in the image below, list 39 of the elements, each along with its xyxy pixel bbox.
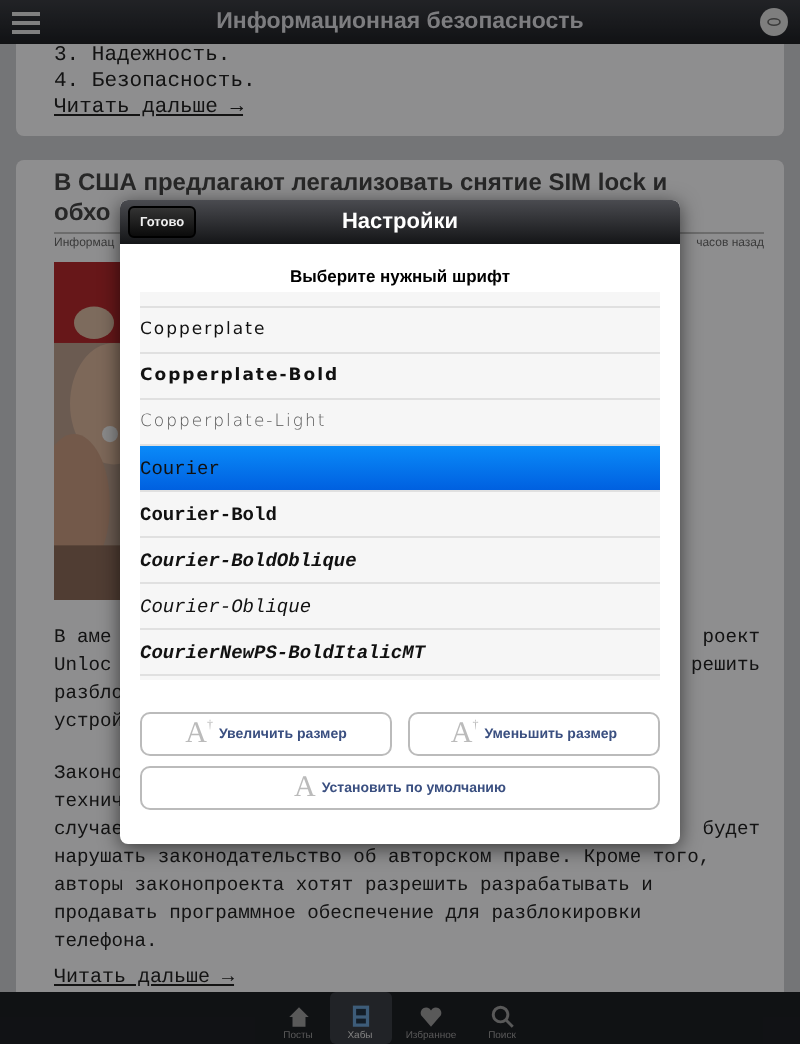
read-more-link[interactable]: Читать дальше →	[54, 96, 244, 122]
list-item: 4. Безопасность.	[54, 70, 256, 96]
article-text: Unloc	[54, 652, 112, 680]
article-text: нарушать законодательство об авторском праве. Кроме того,	[54, 844, 711, 872]
article-text: Законо	[54, 760, 124, 788]
article-text: разбло	[54, 680, 124, 708]
article-title[interactable]: В США предлагают легализовать снятие SIM lock и	[54, 168, 668, 196]
font-option[interactable]: Courier-Bold	[140, 492, 660, 538]
article-text: авторы законопроекта хотят разрешить разрабатывать и	[54, 872, 653, 900]
article-title[interactable]: обхо	[54, 198, 111, 226]
article-text: роект	[702, 624, 760, 652]
home-icon	[285, 1004, 311, 1030]
search-icon	[489, 1004, 515, 1030]
article-text: случае	[54, 816, 124, 844]
heart-icon	[418, 1004, 444, 1030]
eye-icon[interactable]	[760, 8, 788, 36]
article-text: технич	[54, 788, 124, 816]
article-text: будет	[702, 816, 760, 844]
article-text: решить	[690, 652, 760, 680]
font-prompt: Выберите нужный шрифт	[289, 266, 510, 286]
list-item: 3. Надежность.	[54, 44, 231, 70]
article-text: телефона.	[54, 928, 158, 956]
font-option[interactable]: CourierNewPS-BoldItalicMT	[140, 630, 660, 676]
panels-icon	[347, 1004, 373, 1030]
article-text: устрой	[54, 708, 124, 736]
font-option[interactable]: Courier	[140, 446, 660, 492]
article-text: В аме	[54, 624, 112, 652]
article-text: продавать программное обеспечение для разблокировки	[54, 900, 642, 928]
letter-icon: A$^{†}$	[450, 719, 479, 749]
header-title: Информационная безопасность	[214, 10, 586, 34]
font-option[interactable]: Courier-BoldOblique	[140, 538, 660, 584]
letter-icon: A$^{†}$	[185, 719, 213, 749]
font-option[interactable]: Copperplate	[140, 308, 660, 354]
letter-icon: A	[294, 773, 316, 803]
read-more-link[interactable]: Читать дальше →	[54, 968, 235, 992]
font-option[interactable]: Copperplate-Bold	[140, 354, 660, 400]
font-option[interactable]: Courier-Oblique	[140, 584, 660, 630]
popover-title: Настройки	[341, 210, 459, 234]
menu-icon[interactable]	[12, 11, 40, 33]
